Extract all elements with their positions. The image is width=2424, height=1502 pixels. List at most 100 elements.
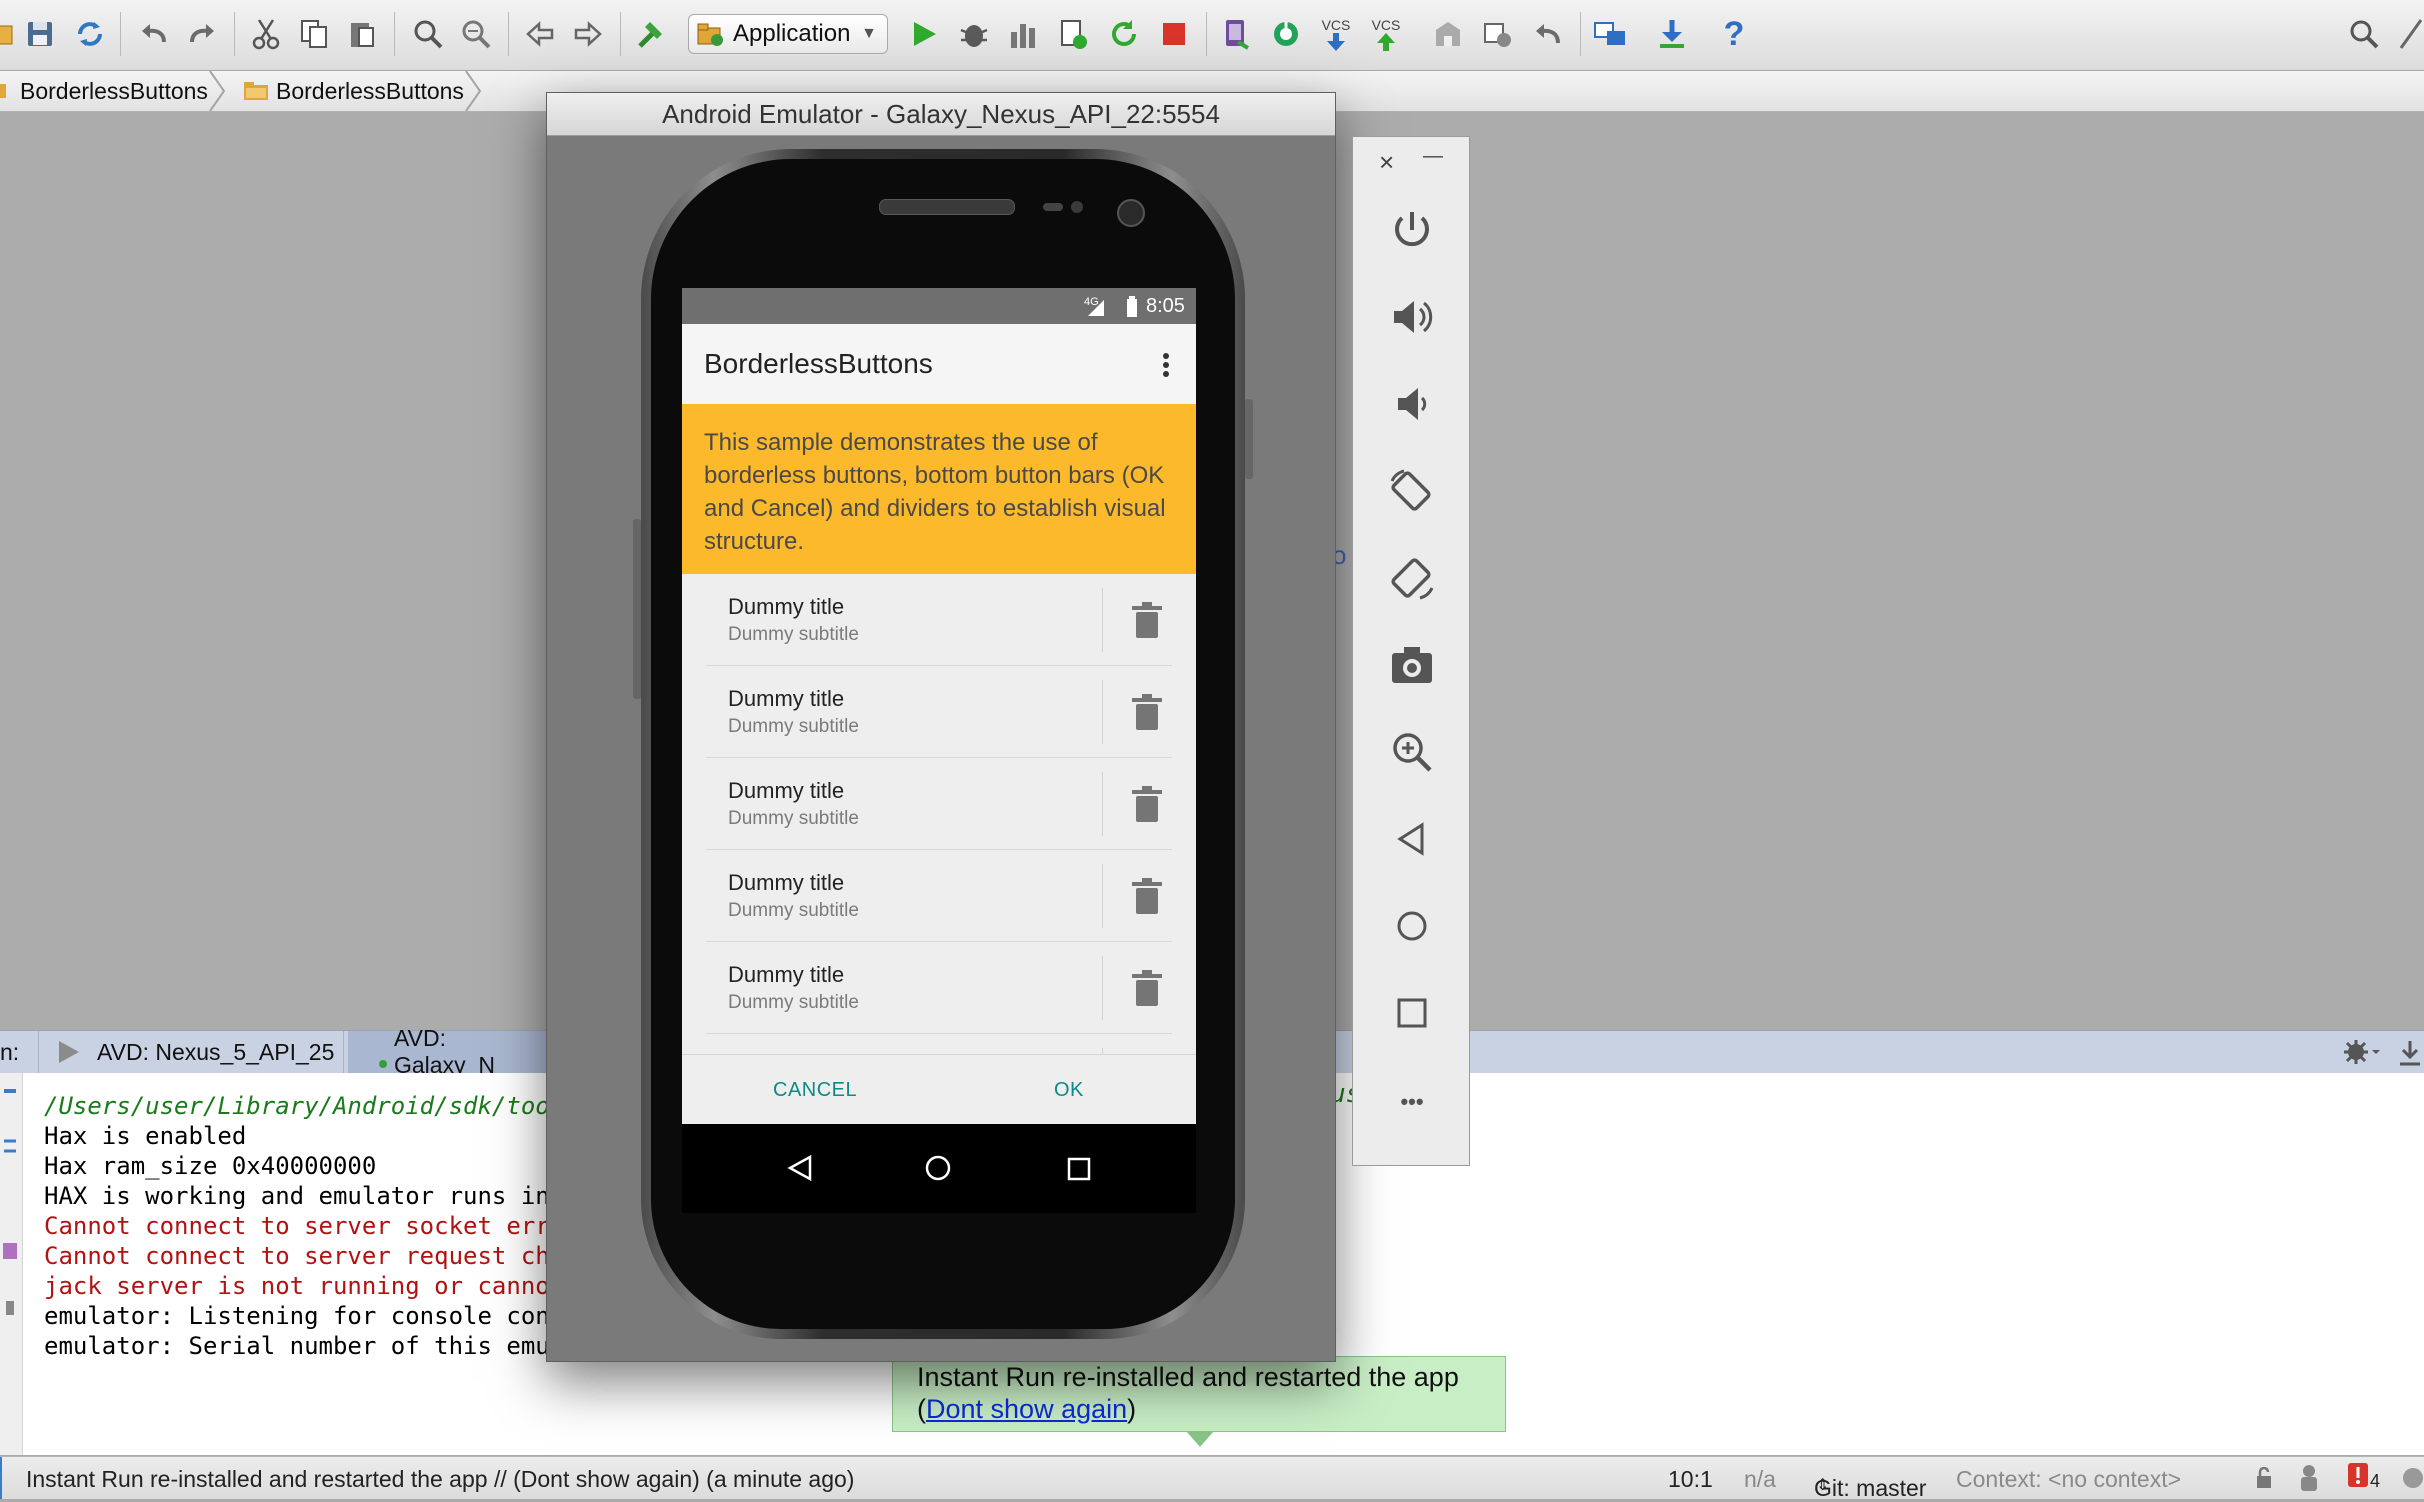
item-title: Dummy title [728,870,845,895]
vcs-compare-icon[interactable] [1480,16,1516,52]
open-icon[interactable] [0,16,18,52]
lock-icon[interactable] [2254,1467,2274,1489]
toolbar-overflow-icon[interactable] [2392,16,2424,52]
forward-icon[interactable] [570,16,606,52]
run-window-prefix: n: [0,1039,20,1065]
cancel-button[interactable]: CANCEL [773,1079,857,1102]
list-item-partial [682,1034,1196,1054]
breadcrumb-label: BorderlessButtons [20,77,208,104]
avd-manager-icon[interactable] [1218,16,1254,52]
paren: ( [917,1394,926,1424]
rotate-left-icon[interactable] [1385,464,1439,518]
list-item[interactable]: Dummy title Dummy subtitle [682,942,1196,1034]
zoom-icon[interactable] [1385,725,1439,779]
context-indicator[interactable]: Context: <no context> [1956,1466,2181,1493]
volume-up-icon[interactable] [1385,290,1439,344]
nav-recents-icon[interactable] [1066,1156,1092,1182]
tab-avd-galaxy[interactable]: AVD: Galaxy_N [348,1025,548,1078]
save-icon[interactable] [22,16,58,52]
android-status-bar: 4G 8:05 [682,288,1196,324]
stop-icon[interactable] [1156,16,1192,52]
device-screen[interactable]: 4G 8:05 BorderlessButtons This sample de… [682,288,1196,1213]
copy-icon[interactable] [296,16,332,52]
project-structure-icon[interactable] [1592,16,1628,52]
sdk-manager-icon[interactable] [1268,16,1304,52]
emulator-titlebar[interactable]: Android Emulator - Galaxy_Nexus_API_22:5… [547,93,1335,136]
console-gutter [0,1073,23,1455]
sync-icon[interactable] [72,16,108,52]
settings-gear-icon[interactable] [2340,1037,2380,1067]
redo-icon[interactable] [184,16,220,52]
cut-icon[interactable] [248,16,284,52]
delete-icon[interactable] [1132,878,1162,914]
app-action-bar: BorderlessButtons [682,324,1196,404]
back-icon[interactable] [522,16,558,52]
rotate-right-icon[interactable] [1385,551,1439,605]
console-line: HAX is working and emulator runs in [44,1182,550,1210]
console-line: emulator: Serial number of this emul [44,1332,565,1360]
find-icon[interactable] [410,16,446,52]
vcs-history-icon[interactable] [1430,16,1466,52]
volume-rocker[interactable] [633,519,641,699]
debug-icon[interactable] [956,16,992,52]
vcs-commit-icon[interactable]: VCS [1368,16,1404,52]
nav-home-icon[interactable] [924,1154,952,1182]
search-everywhere-icon[interactable] [2346,16,2382,52]
item-subtitle: Dummy subtitle [728,624,859,645]
item-subtitle: Dummy subtitle [728,992,859,1013]
list-item[interactable]: Dummy title Dummy subtitle [682,574,1196,666]
paren: ) [1127,1394,1137,1424]
overflow-menu-icon[interactable] [1162,352,1170,378]
memory-indicator-icon[interactable] [2402,1467,2424,1489]
vcs-label: VCS [1371,17,1401,33]
delete-icon[interactable] [1132,786,1162,822]
revert-icon[interactable] [1530,16,1566,52]
breadcrumb-item-project[interactable]: BorderlessButtons [0,71,226,111]
delete-icon[interactable] [1132,970,1162,1006]
signal-icon [1088,300,1104,316]
encoding-indicator[interactable]: n/a [1744,1466,1776,1493]
help-icon[interactable]: ? [1716,15,1752,53]
home-icon[interactable] [1385,899,1439,953]
undo-icon[interactable] [136,16,172,52]
run-config-select[interactable]: Application ▼ [688,14,888,54]
close-panel-icon[interactable]: × [1379,147,1394,178]
volume-down-icon[interactable] [1385,377,1439,431]
ok-button[interactable]: OK [1054,1079,1084,1102]
hector-icon[interactable] [2296,1463,2322,1493]
tab-avd-nexus5[interactable]: AVD: Nexus_5_API_25 [38,1031,344,1073]
delete-icon[interactable] [1132,602,1162,638]
list-item[interactable]: Dummy title Dummy subtitle [682,758,1196,850]
event-log-icon[interactable] [2346,1461,2370,1489]
list-item[interactable]: Dummy title Dummy subtitle [682,666,1196,758]
item-subtitle: Dummy subtitle [728,900,859,921]
hide-panel-icon[interactable] [2398,1037,2422,1067]
more-icon[interactable]: ••• [1385,1075,1439,1129]
power-icon[interactable] [1385,203,1439,257]
dont-show-again-link[interactable]: Dont show again [926,1394,1127,1424]
delete-icon[interactable] [1132,694,1162,730]
make-project-icon[interactable] [634,16,670,52]
sync-gradle-icon[interactable] [1654,16,1690,52]
screenshot-icon[interactable] [1385,638,1439,692]
nav-back-icon[interactable] [786,1154,814,1182]
breadcrumb-item-module[interactable]: BorderlessButtons [244,71,482,111]
profile-icon[interactable] [1006,16,1042,52]
power-button[interactable] [1245,399,1253,479]
running-indicator-icon [379,1060,387,1068]
android-nav-bar [682,1124,1196,1213]
apply-changes-icon[interactable] [1056,16,1092,52]
rerun-icon[interactable] [1106,16,1142,52]
status-message[interactable]: Instant Run re-installed and restarted t… [26,1466,854,1493]
list-item[interactable]: Dummy title Dummy subtitle [682,850,1196,942]
vcs-update-icon[interactable]: VCS [1318,16,1354,52]
run-icon[interactable] [906,16,942,52]
dummy-list[interactable]: Dummy title Dummy subtitle Dummy title D… [682,574,1196,1054]
back-icon[interactable] [1385,812,1439,866]
console-line: jack server is not running or cannot [44,1272,565,1300]
paste-icon[interactable] [344,16,380,52]
cursor-position[interactable]: 10:1 [1668,1466,1713,1493]
replace-icon[interactable] [458,16,494,52]
overview-icon[interactable] [1385,986,1439,1040]
minimize-panel-icon[interactable]: — [1423,145,1443,168]
